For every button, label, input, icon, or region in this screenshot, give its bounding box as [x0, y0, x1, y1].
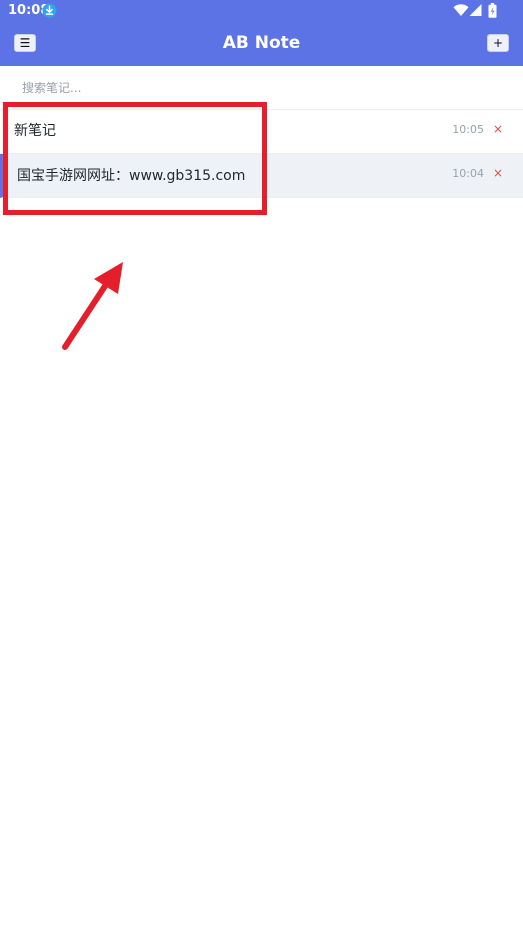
search-input[interactable] [14, 72, 523, 104]
battery-icon [488, 3, 497, 18]
annotation-arrow-icon [62, 262, 123, 350]
app-bar: ☰ AB Note + [0, 22, 523, 66]
status-bar: 10:08 [0, 0, 523, 22]
add-note-button[interactable]: + [487, 34, 509, 52]
status-icons [453, 3, 503, 19]
download-icon [42, 3, 57, 18]
wifi-icon [453, 4, 469, 16]
note-time: 10:04 [452, 167, 484, 180]
app-title: AB Note [222, 33, 301, 53]
note-time: 10:05 [452, 123, 484, 136]
signal-icon [469, 4, 482, 16]
app-header: 10:08 ☰ AB Note + [0, 0, 523, 66]
annotation-highlight-box [3, 102, 267, 215]
delete-note-button[interactable]: × [491, 121, 505, 137]
delete-note-button[interactable]: × [491, 165, 505, 181]
